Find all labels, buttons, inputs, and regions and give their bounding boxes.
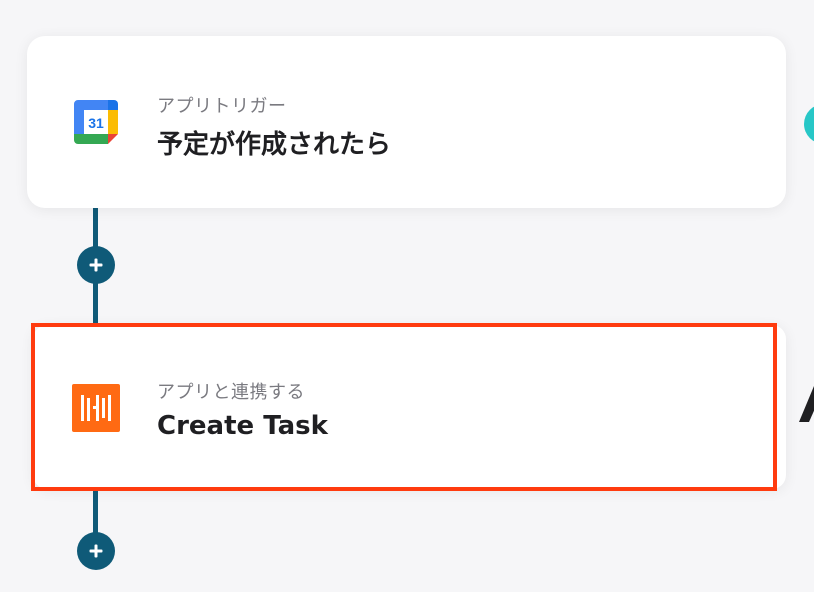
action-card-subtitle: アプリと連携する (157, 382, 305, 403)
trigger-card-subtitle: アプリトリガー (157, 96, 287, 117)
side-status-dot (804, 104, 814, 144)
plus-icon (89, 544, 103, 558)
add-step-button-2[interactable] (77, 532, 115, 570)
action-card[interactable]: アプリと連携する Create Task (33, 325, 786, 489)
side-partial-icon (799, 386, 814, 422)
google-calendar-icon: 31 (71, 97, 121, 147)
action-card-title: Create Task (157, 411, 328, 441)
add-step-button-1[interactable] (77, 246, 115, 284)
hive-app-icon (72, 384, 120, 432)
plus-icon (89, 258, 103, 272)
trigger-card-title: 予定が作成されたら (157, 130, 392, 160)
calendar-day-number: 31 (88, 115, 104, 131)
trigger-card[interactable]: 31 アプリトリガー 予定が作成されたら (27, 36, 786, 208)
